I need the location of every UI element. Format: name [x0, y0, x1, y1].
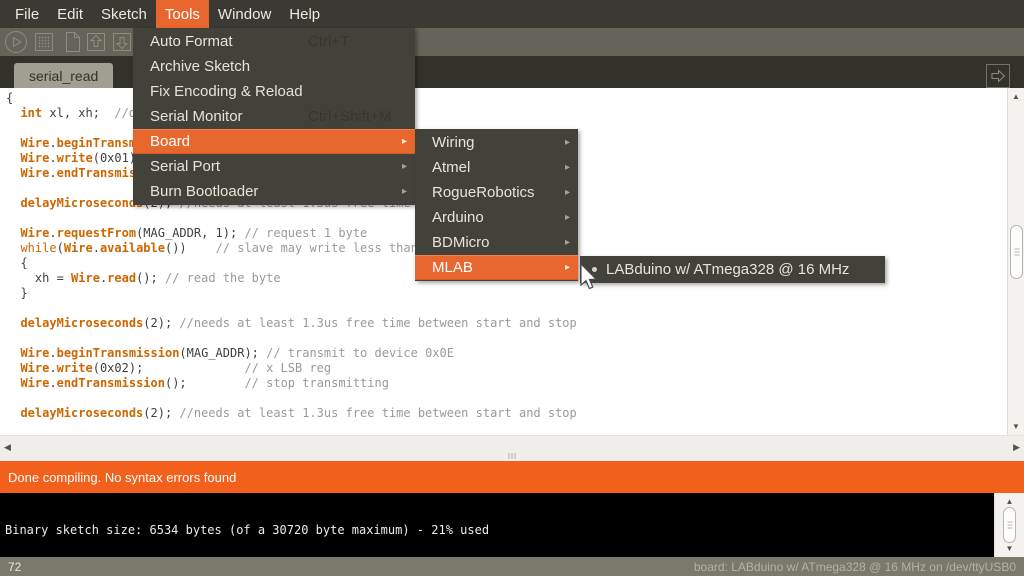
board-item-mlab[interactable]: MLAB ▸: [415, 255, 578, 280]
shortcut-label: Ctrl+T: [308, 33, 349, 50]
menu-item-fix-encoding-reload[interactable]: Fix Encoding & Reload: [133, 79, 415, 104]
menu-item-serial-port[interactable]: Serial Port ▸: [133, 154, 415, 179]
scroll-down-icon[interactable]: ▼: [1008, 422, 1024, 431]
code-line: [6, 301, 1007, 316]
editor-hscrollbar[interactable]: ◀ ▶: [0, 435, 1024, 461]
code-line: Wire.beginTransmission(MAG_ADDR); // tra…: [6, 346, 1007, 361]
menu-item-label: MLAB: [415, 259, 473, 276]
menu-item-label: Serial Port: [133, 158, 220, 175]
serial-monitor-icon[interactable]: [985, 63, 1011, 89]
board-info: board: LABduino w/ ATmega328 @ 16 MHz on…: [694, 560, 1016, 574]
menu-item-label: Board: [133, 133, 190, 150]
menu-item-label: RogueRobotics: [415, 184, 535, 201]
console-output: Binary sketch size: 6534 bytes (of a 307…: [0, 493, 994, 557]
menu-item-label: Serial Monitor: [133, 108, 243, 125]
board-item-atmel[interactable]: Atmel ▸: [415, 155, 578, 180]
scroll-right-icon[interactable]: ▶: [1013, 442, 1020, 453]
code-line: Wire.write(0x02); // x LSB reg: [6, 361, 1007, 376]
menu-sketch[interactable]: Sketch: [92, 0, 156, 28]
line-number: 72: [8, 560, 21, 574]
shortcut-label: Ctrl+Shift+M: [308, 108, 391, 125]
stop-icon[interactable]: [31, 29, 57, 55]
scroll-up-icon[interactable]: ▲: [1008, 92, 1024, 101]
submenu-arrow-icon: ▸: [565, 212, 570, 223]
menu-file[interactable]: File: [6, 0, 48, 28]
submenu-arrow-icon: ▸: [565, 187, 570, 198]
menu-help[interactable]: Help: [280, 0, 329, 28]
menu-window[interactable]: Window: [209, 0, 280, 28]
submenu-arrow-icon: ▸: [402, 186, 407, 197]
code-line: [6, 391, 1007, 406]
menu-item-archive-sketch[interactable]: Archive Sketch: [133, 54, 415, 79]
menu-item-serial-monitor[interactable]: Serial Monitor Ctrl+Shift+M: [133, 104, 415, 129]
tools-menu: Auto Format Ctrl+T Archive Sketch Fix Encod…: [133, 28, 415, 205]
menu-item-auto-format[interactable]: Auto Format Ctrl+T: [133, 29, 415, 54]
footer-status-bar: 72 board: LABduino w/ ATmega328 @ 16 MHz…: [0, 557, 1024, 576]
scrollbar-thumb[interactable]: [1010, 225, 1023, 279]
console-vscrollbar[interactable]: ▲ ▼: [994, 493, 1024, 557]
code-line: Wire.endTransmission(); // stop transmit…: [6, 376, 1007, 391]
menu-edit[interactable]: Edit: [48, 0, 92, 28]
code-line: [6, 331, 1007, 346]
console-text: Binary sketch size: 6534 bytes (of a 307…: [5, 523, 489, 537]
submenu-arrow-icon: ▸: [565, 262, 570, 273]
submenu-arrow-icon: ▸: [402, 161, 407, 172]
board-submenu: Wiring▸Atmel▸RogueRobotics▸Arduino▸BDMic…: [415, 129, 578, 281]
selected-bullet-icon: [592, 267, 597, 272]
menu-item-label: Auto Format: [133, 33, 233, 50]
menu-item-label: LABduino w/ ATmega328 @ 16 MHz: [606, 261, 849, 278]
mlab-submenu: LABduino w/ ATmega328 @ 16 MHz: [580, 256, 885, 283]
submenu-arrow-icon: ▸: [565, 162, 570, 173]
menu-item-label: Atmel: [415, 159, 470, 176]
board-item-bdmicro[interactable]: BDMicro ▸: [415, 230, 578, 255]
verify-icon[interactable]: [3, 29, 29, 55]
menu-item-label: Archive Sketch: [133, 58, 250, 75]
tab-label: serial_read: [29, 68, 98, 84]
code-line: delayMicroseconds(2); //needs at least 1…: [6, 406, 1007, 421]
board-item-roguerobotics[interactable]: RogueRobotics ▸: [415, 180, 578, 205]
menu-item-label: Arduino: [415, 209, 484, 226]
scroll-down-icon[interactable]: ▼: [995, 544, 1024, 553]
new-sketch-icon[interactable]: [59, 29, 85, 55]
mlab-item-labduino-w-atmega328-16-mhz[interactable]: LABduino w/ ATmega328 @ 16 MHz: [580, 257, 885, 282]
scrollbar-thumb[interactable]: [1003, 507, 1016, 543]
menu-item-board[interactable]: Board ▸: [133, 129, 415, 154]
splitter-grip-icon[interactable]: [509, 453, 516, 459]
submenu-arrow-icon: ▸: [565, 137, 570, 148]
menu-item-label: Wiring: [415, 134, 475, 151]
status-message: Done compiling. No syntax errors found: [8, 470, 236, 485]
menu-tools[interactable]: Tools: [156, 0, 209, 28]
code-line: }: [6, 286, 1007, 301]
open-icon[interactable]: [83, 29, 109, 55]
status-bar: Done compiling. No syntax errors found: [0, 461, 1024, 493]
editor-vscrollbar[interactable]: ▲ ▼: [1007, 88, 1024, 435]
board-item-wiring[interactable]: Wiring ▸: [415, 130, 578, 155]
menu-item-label: BDMicro: [415, 234, 490, 251]
code-line: delayMicroseconds(2); //needs at least 1…: [6, 316, 1007, 331]
menu-item-burn-bootloader[interactable]: Burn Bootloader ▸: [133, 179, 415, 204]
save-icon[interactable]: [109, 29, 135, 55]
scroll-left-icon[interactable]: ◀: [4, 442, 11, 453]
submenu-arrow-icon: ▸: [402, 136, 407, 147]
submenu-arrow-icon: ▸: [565, 237, 570, 248]
menu-item-label: Fix Encoding & Reload: [133, 83, 303, 100]
menu-bar: FileEditSketchToolsWindowHelp: [0, 0, 1024, 28]
scroll-up-icon[interactable]: ▲: [995, 497, 1024, 506]
menu-item-label: Burn Bootloader: [133, 183, 258, 200]
arduino-ide-window: FileEditSketchToolsWindowHelp serial_rea…: [0, 0, 1024, 576]
board-item-arduino[interactable]: Arduino ▸: [415, 205, 578, 230]
tab-serial-read[interactable]: serial_read: [14, 63, 113, 88]
